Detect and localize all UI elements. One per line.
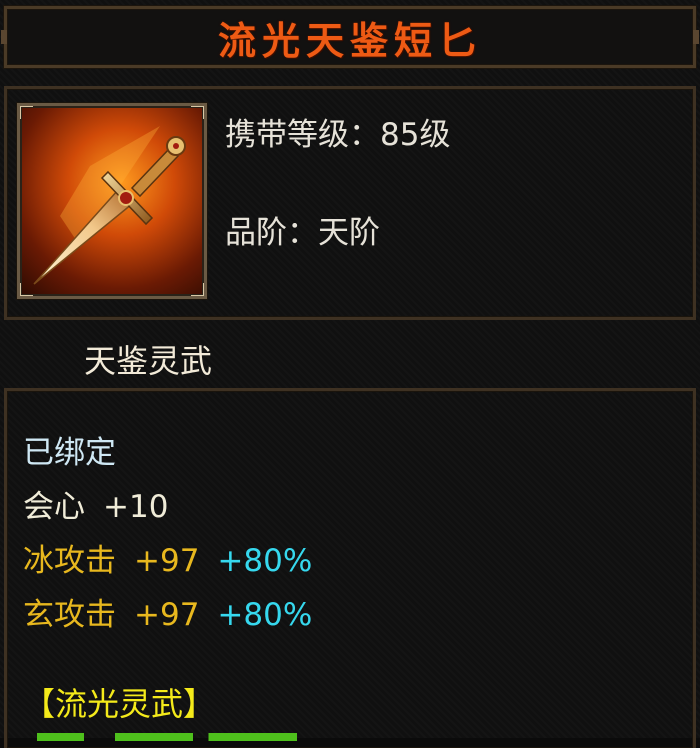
carry-level: 携带等级：85级 (225, 117, 451, 153)
stat-mystic-attack: 玄攻击 +97 +80% (23, 589, 312, 634)
stat-crit: 会心 +10 (23, 481, 168, 526)
frame-corner (191, 106, 204, 119)
item-tooltip: 流光天鉴短匕 携带等级：85级 品阶：天阶 天鉴灵武 已绑定 会心 +10 冰攻… (0, 0, 700, 748)
frame-corner (20, 106, 33, 119)
stat-percent: +80% (217, 543, 313, 579)
stat-label: 会心 (23, 489, 85, 525)
frame-corner (20, 283, 33, 296)
cut-off-set-line (37, 733, 297, 741)
title-bar: 流光天鉴短匕 (1, 6, 699, 68)
bound-status: 已绑定 (23, 435, 116, 471)
stat-label: 玄攻击 (23, 597, 116, 633)
item-info-panel: 携带等级：85级 品阶：天阶 (4, 86, 696, 320)
stat-ice-attack: 冰攻击 +97 +80% (23, 535, 312, 580)
stat-percent: +80% (217, 597, 313, 633)
stat-label: 冰攻击 (23, 543, 116, 579)
dagger-icon (33, 126, 186, 285)
stat-value: +97 (134, 543, 200, 579)
item-name: 流光天鉴短匕 (217, 18, 482, 63)
frame-corner (191, 283, 204, 296)
section-title: 天鉴灵武 (84, 342, 213, 380)
item-icon-frame (17, 103, 207, 299)
stat-value: +97 (134, 597, 200, 633)
set-title: 【流光灵武】 (23, 685, 216, 723)
stats-panel: 已绑定 会心 +10 冰攻击 +97 +80% 玄攻击 +97 +80% 【流光灵武】 (4, 388, 696, 748)
stat-value: +10 (103, 489, 169, 525)
item-grade: 品阶：天阶 (225, 215, 380, 251)
